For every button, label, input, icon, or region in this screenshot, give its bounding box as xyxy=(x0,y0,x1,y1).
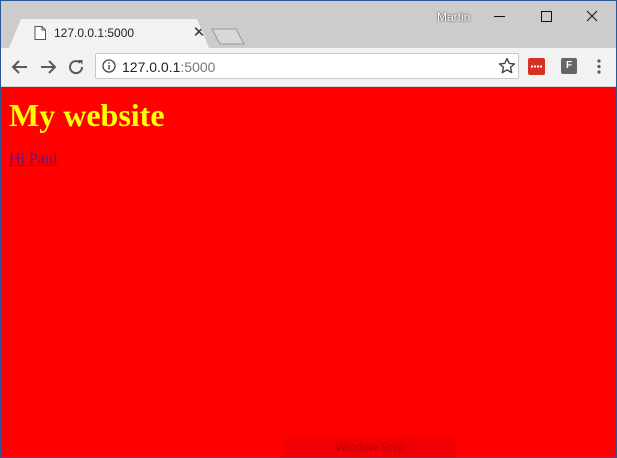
bookmark-star-icon[interactable] xyxy=(498,57,516,75)
maximize-icon xyxy=(541,11,552,22)
extension-password-icon[interactable] xyxy=(528,58,545,75)
url-host: 127.0.0.1 xyxy=(122,59,181,75)
title-bar: 127.0.0.1:5000 ✕ Martin xyxy=(1,1,616,48)
minimize-button[interactable] xyxy=(477,1,523,31)
extension-f-icon[interactable]: F xyxy=(561,58,577,74)
page-content: My website Hi Paul xyxy=(1,87,616,457)
minimize-icon xyxy=(494,16,505,17)
tab-close-icon[interactable]: ✕ xyxy=(192,24,206,42)
page-heading: My website xyxy=(9,97,165,133)
url-port: :5000 xyxy=(180,59,216,75)
dots-icon xyxy=(531,65,542,68)
profile-name[interactable]: Martin xyxy=(437,10,470,24)
page-icon xyxy=(34,26,46,40)
back-arrow-icon[interactable] xyxy=(9,56,31,78)
maximize-button[interactable] xyxy=(523,1,569,31)
forward-arrow-icon[interactable] xyxy=(37,56,59,78)
tab-active[interactable]: 127.0.0.1:5000 ✕ xyxy=(9,19,209,48)
address-bar[interactable]: 127.0.0.1:5000 xyxy=(95,53,519,79)
hi-paul-link[interactable]: Hi Paul xyxy=(9,151,57,169)
browser-window: 127.0.0.1:5000 ✕ Martin 127.0.0.1:5000 F… xyxy=(0,0,617,458)
reload-icon[interactable] xyxy=(65,56,87,78)
browser-toolbar: 127.0.0.1:5000 F xyxy=(1,48,616,87)
url-text[interactable]: 127.0.0.1:5000 xyxy=(122,59,215,75)
window-snip-overlay: Window Snip xyxy=(284,437,456,457)
close-window-button[interactable] xyxy=(569,1,615,31)
close-icon xyxy=(586,10,598,22)
kebab-menu-icon[interactable] xyxy=(593,58,605,75)
new-tab-button[interactable] xyxy=(211,28,245,45)
tab-title: 127.0.0.1:5000 xyxy=(54,26,135,40)
info-icon[interactable] xyxy=(102,59,116,73)
